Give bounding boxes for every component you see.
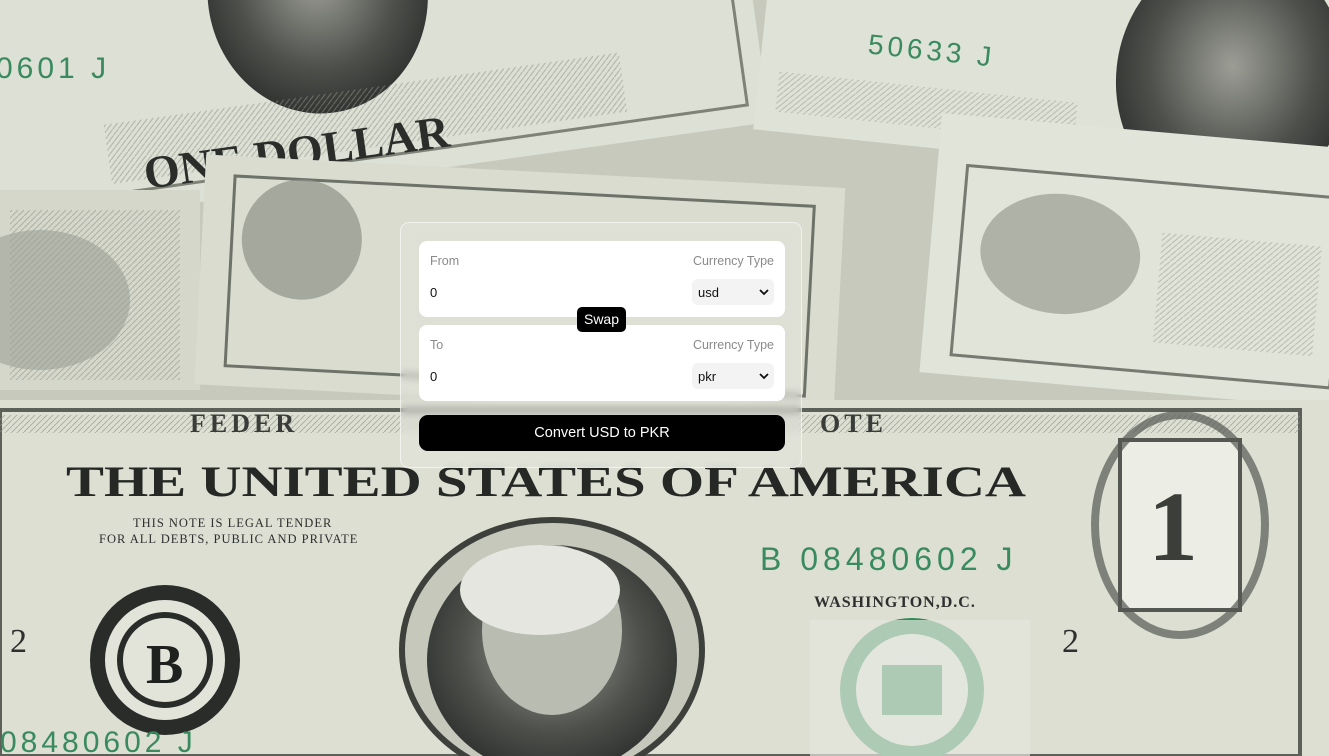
from-currency-select[interactable]: usd <box>692 279 774 305</box>
chevron-down-icon <box>759 289 769 296</box>
converter-card: From Currency Type usd To Currency Type … <box>400 222 802 468</box>
to-currency-value: pkr <box>698 369 717 384</box>
from-currency-type-label: Currency Type <box>692 254 774 268</box>
bill-text-washington: WASHINGTON,D.C. <box>814 594 976 611</box>
serial-top-left: 0601 J <box>0 52 110 85</box>
chevron-down-icon <box>759 373 769 380</box>
to-label: To <box>430 338 444 352</box>
seal-letter: B <box>146 634 183 696</box>
swap-button[interactable]: Swap <box>577 307 626 332</box>
bill-middle-left <box>0 190 200 390</box>
bill-digit-two-left: 2 <box>10 623 27 660</box>
to-panel: To Currency Type pkr <box>419 325 785 401</box>
bill-text-legal-1: THIS NOTE IS LEGAL TENDER <box>133 516 332 530</box>
bill-text-note: OTE <box>820 409 887 438</box>
to-currency-select[interactable]: pkr <box>692 363 774 389</box>
convert-button[interactable]: Convert USD to PKR <box>419 415 785 451</box>
from-label: From <box>430 254 460 268</box>
bill-right-stack <box>919 113 1329 411</box>
bill-digit-one: 1 <box>1148 471 1198 582</box>
bill-text-legal-2: FOR ALL DEBTS, PUBLIC AND PRIVATE <box>99 532 358 546</box>
from-amount-input[interactable] <box>430 282 650 302</box>
to-amount-input[interactable] <box>430 366 650 386</box>
app-root: 0601 J ONE DOLLAR 50633 J FEDER OTE THE … <box>0 0 1329 756</box>
serial-main: B 08480602 J <box>760 541 1018 577</box>
bill-text-federal: FEDER <box>190 409 298 438</box>
serial-bottom: 08480602 J <box>0 726 197 756</box>
from-panel: From Currency Type usd <box>419 241 785 317</box>
to-currency-type-label: Currency Type <box>692 338 774 352</box>
from-currency-value: usd <box>698 285 719 300</box>
bill-digit-two-right: 2 <box>1062 623 1079 660</box>
